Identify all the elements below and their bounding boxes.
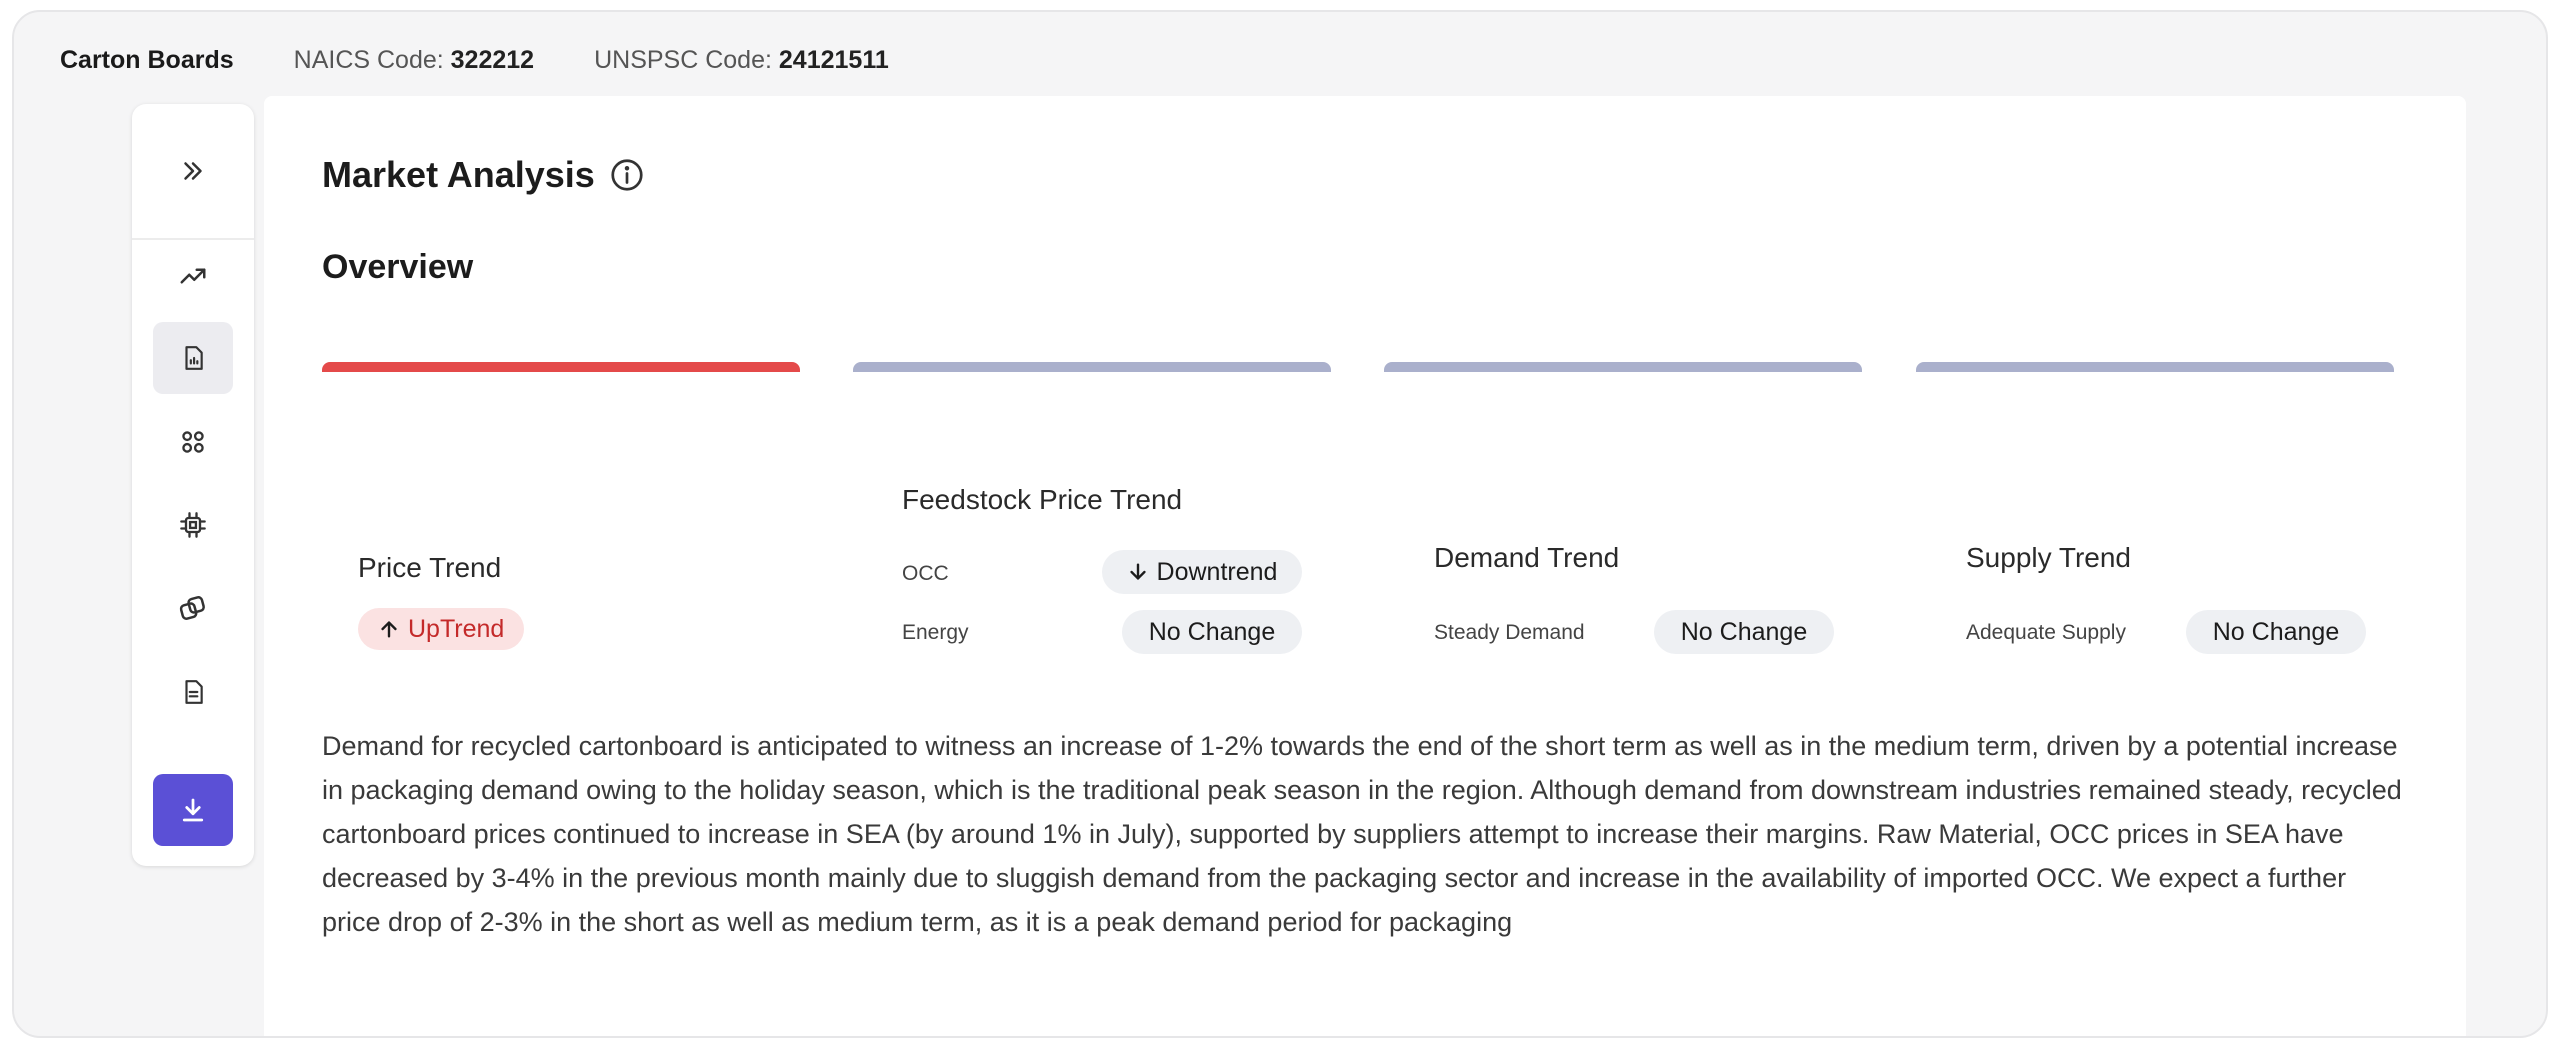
report-icon <box>185 346 203 370</box>
app-frame: Carton Boards NAICS Code: 322212 UNSPSC … <box>12 10 2548 1038</box>
price-trend-badge: UpTrend <box>358 608 525 650</box>
section-title: Overview <box>322 248 474 286</box>
sidebar-item-document[interactable] <box>153 656 233 728</box>
arrow-up-icon <box>381 621 397 638</box>
supply-trend-title: Supply Trend <box>1966 542 2131 573</box>
naics-code: NAICS Code: 322212 <box>294 46 534 75</box>
naics-value: 322212 <box>450 45 535 74</box>
chip-icon <box>180 512 206 538</box>
sidebar <box>132 104 254 866</box>
supply-badge: No Change <box>2186 610 2366 654</box>
layers-icon <box>179 596 205 620</box>
download-icon <box>182 798 204 822</box>
product-name: Carton Boards <box>60 45 234 74</box>
sidebar-item-chip[interactable] <box>153 489 233 561</box>
expand-icon <box>184 162 202 180</box>
expand-sidebar-button[interactable] <box>132 104 254 240</box>
market-description: Demand for recycled cartonboard is antic… <box>322 731 2402 937</box>
price-trend-title: Price Trend <box>358 552 502 583</box>
grid-icon <box>182 431 204 453</box>
supply-label: Adequate Supply <box>1966 621 2126 644</box>
download-button[interactable] <box>153 774 233 846</box>
page-title: Market Analysis <box>322 154 645 196</box>
info-icon[interactable] <box>609 157 645 193</box>
feedstock-energy-badge: No Change <box>1122 610 1302 654</box>
tab-price-trend[interactable] <box>322 362 800 372</box>
demand-trend-title: Demand Trend <box>1434 542 1620 573</box>
demand-label: Steady Demand <box>1434 621 1585 644</box>
tab-supply-trend[interactable] <box>1916 362 2394 372</box>
feedstock-occ-label: OCC <box>902 562 949 585</box>
sidebar-item-trends[interactable] <box>153 240 233 312</box>
product-header: Carton Boards NAICS Code: 322212 UNSPSC … <box>60 40 889 80</box>
feedstock-trend-title: Feedstock Price Trend <box>902 484 1183 515</box>
tab-feedstock-trend[interactable] <box>853 362 1331 372</box>
sidebar-item-grid[interactable] <box>153 406 233 478</box>
tab-demand-trend[interactable] <box>1384 362 1862 372</box>
demand-badge: No Change <box>1654 610 1834 654</box>
sidebar-item-report[interactable] <box>153 322 233 394</box>
unspsc-label: UNSPSC Code: <box>594 45 772 74</box>
main-panel: Market Analysis Overview Price Trend UpT… <box>264 96 2466 1036</box>
price-trend-status: UpTrend <box>408 614 505 643</box>
feedstock-energy-label: Energy <box>902 621 969 644</box>
document-icon <box>185 680 203 704</box>
page-title-text: Market Analysis <box>322 154 595 195</box>
arrow-down-icon <box>1129 563 1146 580</box>
feedstock-occ-badge: Downtrend <box>1102 550 1302 594</box>
naics-label: NAICS Code: <box>293 45 444 74</box>
trend-icon <box>180 268 206 284</box>
unspsc-code: UNSPSC Code: 24121511 <box>594 46 889 75</box>
sidebar-item-layers[interactable] <box>153 572 233 644</box>
feedstock-occ-status: Downtrend <box>1156 557 1278 586</box>
unspsc-value: 24121511 <box>778 45 889 74</box>
